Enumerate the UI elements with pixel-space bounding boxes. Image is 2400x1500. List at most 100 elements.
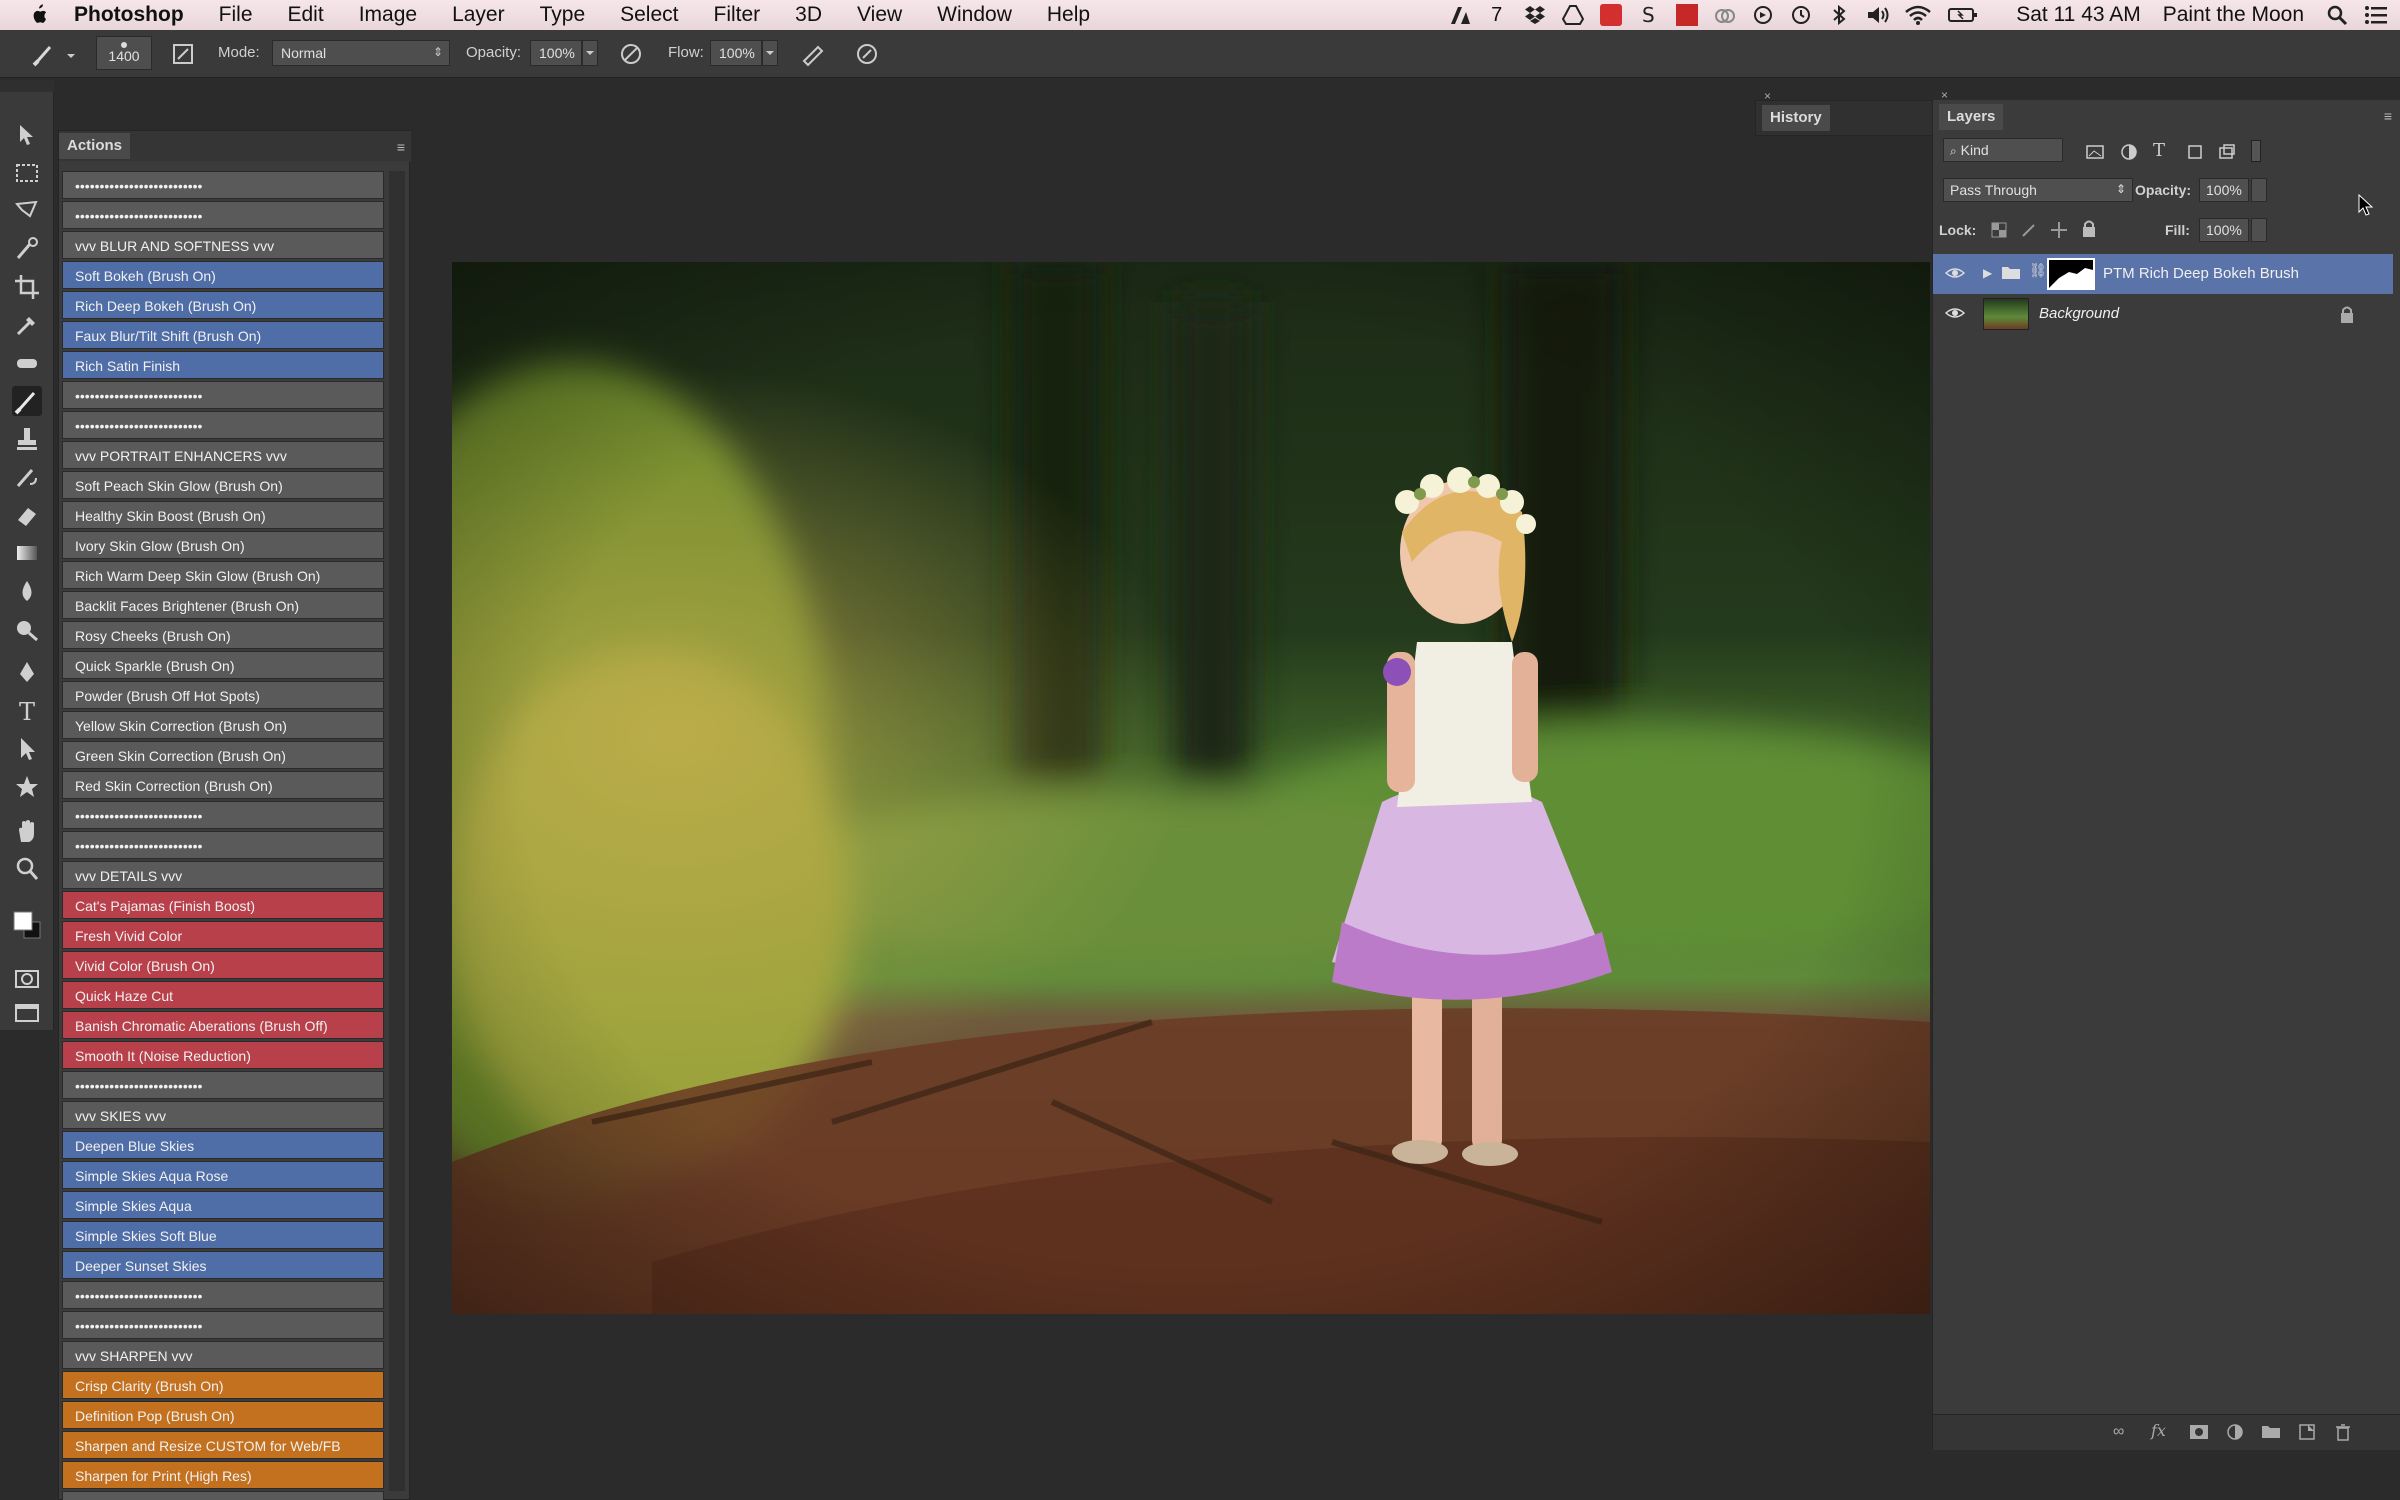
action-item[interactable]: Quick Sparkle (Brush On) [62,651,384,679]
action-item[interactable]: Soft Peach Skin Glow (Brush On) [62,471,384,499]
filter-type-icon[interactable]: T [2153,140,2165,161]
layers-panel-menu-icon[interactable]: ≡ [2384,108,2392,124]
lasso-tool-icon[interactable] [12,196,42,226]
action-item[interactable]: Smooth It (Noise Reduction) [62,1041,384,1069]
filter-pixel-icon[interactable] [2085,142,2105,167]
action-item[interactable]: Green Skin Correction (Brush On) [62,741,384,769]
layers-tab[interactable]: Layers [1939,104,2004,130]
type-tool-icon[interactable]: T [12,696,42,726]
action-item[interactable]: Banish Chromatic Aberations (Brush Off) [62,1011,384,1039]
layer-style-fx-icon[interactable]: fx [2151,1421,2166,1440]
lock-transparent-icon[interactable] [1989,220,2009,245]
menu-window[interactable]: Window [937,3,1012,27]
wifi-icon[interactable] [1904,4,1932,26]
mode-select[interactable]: Normal ⇕ [272,40,450,66]
battery-icon[interactable] [1948,4,1978,26]
action-item[interactable]: •••••••••••••••••••••••••• [62,381,384,409]
brush-tool-icon[interactable] [12,386,42,416]
action-item[interactable]: •••••••••••••••••••••••••• [62,1071,384,1099]
notification-center-icon[interactable] [2364,4,2387,26]
fill-input[interactable]: 100% [2199,218,2249,242]
action-item[interactable]: •••••••••••••••••••••••••• [62,1281,384,1309]
filter-toggle-icon[interactable] [2251,140,2261,162]
menu-3d[interactable]: 3D [795,3,822,27]
sync-icon[interactable] [1752,4,1774,26]
menu-type[interactable]: Type [540,3,586,27]
lock-pixels-icon[interactable] [2019,220,2039,245]
layer-opacity-input[interactable]: 100% [2199,178,2249,202]
menu-app-name[interactable]: Photoshop [74,3,184,27]
new-adjustment-layer-icon[interactable] [2225,1423,2245,1446]
eyedropper-tool-icon[interactable] [12,310,42,340]
adobe-icon[interactable] [1449,4,1475,26]
layer-row-group[interactable]: ▶ ⛓ PTM Rich Deep Bokeh Brush [1933,254,2393,294]
quick-mask-icon[interactable] [12,964,42,994]
action-item[interactable]: vvv BLUR AND SOFTNESS vvv [62,231,384,259]
menu-edit[interactable]: Edit [288,3,324,27]
history-brush-tool-icon[interactable] [12,462,42,492]
crop-tool-icon[interactable] [12,272,42,302]
airbrush-icon[interactable] [798,39,828,69]
filter-shape-icon[interactable] [2185,142,2205,167]
lock-all-icon[interactable] [2079,218,2099,245]
layer-mask-thumbnail[interactable] [2047,258,2095,290]
visibility-eye-icon[interactable] [1944,266,1966,285]
layer-opacity-dropdown[interactable] [2251,178,2267,202]
brush-preset-dropdown[interactable] [66,48,76,58]
action-item[interactable]: •••••••••••••••••••••••••• [62,201,384,229]
action-item[interactable]: •••••••••••••••••••••••••• [62,1311,384,1339]
history-close-icon[interactable]: × [1764,89,1771,103]
apple-icon[interactable] [28,3,48,27]
action-item[interactable]: Quick Haze Cut [62,981,384,1009]
filter-smart-object-icon[interactable] [2217,142,2237,167]
action-item[interactable]: Vivid Color (Brush On) [62,951,384,979]
red-square-icon[interactable] [1676,4,1699,26]
delete-layer-icon[interactable] [2333,1423,2353,1446]
brush-tool-preset-icon[interactable] [30,39,60,69]
healing-brush-tool-icon[interactable] [12,348,42,378]
action-item[interactable]: vvv SKIES vvv [62,1101,384,1129]
volume-icon[interactable] [1866,4,1889,26]
filter-adjustment-icon[interactable] [2119,142,2139,167]
visibility-eye-icon[interactable] [1944,306,1966,325]
action-item[interactable]: Backlit Faces Brightener (Brush On) [62,591,384,619]
action-item[interactable]: vvv SHARPEN vvv [62,1341,384,1369]
action-item[interactable]: •••••••••••••••••••••••••• [62,801,384,829]
action-item[interactable]: Rich Deep Bokeh (Brush On) [62,291,384,319]
history-tab[interactable]: History [1762,105,1830,131]
dodge-tool-icon[interactable] [12,614,42,644]
dropbox-icon[interactable] [1524,4,1546,26]
action-item[interactable]: Fresh Vivid Color [62,921,384,949]
time-machine-icon[interactable] [1790,4,1812,26]
pressure-size-icon[interactable] [852,39,882,69]
document-image[interactable] [452,262,1930,1314]
action-item[interactable]: Sharpen for Print (High Res) [62,1461,384,1489]
flow-dropdown[interactable] [762,40,778,66]
opacity-dropdown[interactable] [582,40,598,66]
menubar-clock[interactable]: Sat 11 43 AM [2016,3,2141,27]
layer-filter-select[interactable]: ⌕ Kind [1943,138,2063,162]
menu-layer[interactable]: Layer [452,3,505,27]
creative-cloud-icon[interactable] [1714,4,1736,26]
lock-position-icon[interactable] [2049,220,2069,245]
blend-mode-select[interactable]: Pass Through ⇕ [1943,178,2133,202]
action-item[interactable]: Definition Pop (Brush On) [62,1401,384,1429]
action-item[interactable]: Crisp Clarity (Brush On) [62,1371,384,1399]
color-swatches-icon[interactable] [12,896,42,956]
pen-tool-icon[interactable] [12,658,42,688]
action-item[interactable]: vvv DETAILS vvv [62,861,384,889]
action-item[interactable]: Simple Skies Aqua [62,1191,384,1219]
action-item[interactable]: Faux Blur/Tilt Shift (Brush On) [62,321,384,349]
link-layers-icon[interactable]: ∞ [2113,1423,2124,1441]
spotlight-search-icon[interactable] [2326,4,2348,26]
action-item[interactable]: Rosy Cheeks (Brush On) [62,621,384,649]
fill-dropdown[interactable] [2251,218,2267,242]
hand-tool-icon[interactable] [12,816,42,846]
clone-stamp-tool-icon[interactable] [12,424,42,454]
gradient-tool-icon[interactable] [12,538,42,568]
action-item[interactable]: Cat's Pajamas (Finish Boost) [62,891,384,919]
actions-scrollbar[interactable] [389,171,405,1491]
menu-view[interactable]: View [857,3,902,27]
action-item[interactable]: •••••••••••••••••••••••••• [62,171,384,199]
red-app-icon[interactable] [1600,4,1623,26]
